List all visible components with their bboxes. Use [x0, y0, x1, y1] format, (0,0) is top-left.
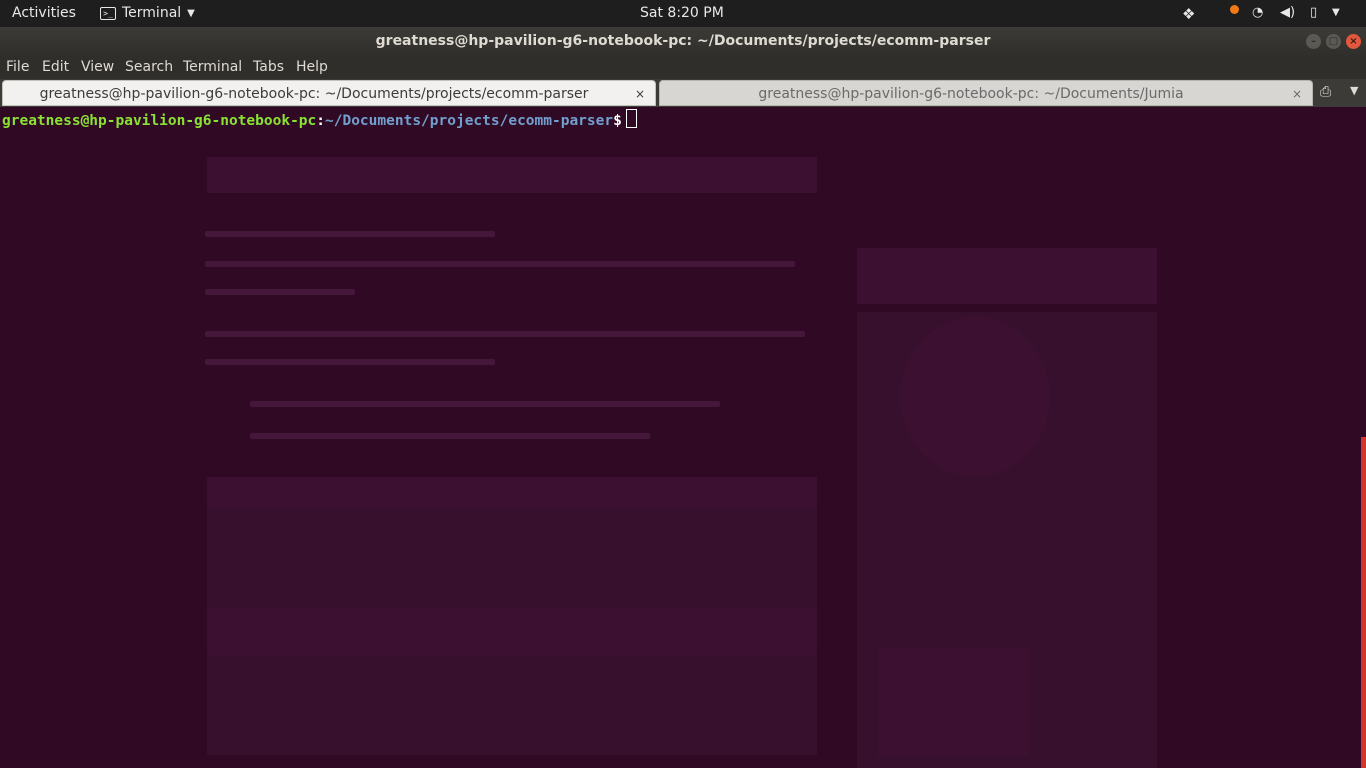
app-menu-label: Terminal — [122, 5, 182, 21]
prompt-user: greatness@hp-pavilion-g6-notebook-pc — [2, 113, 317, 129]
power-menu-icon[interactable]: ▼ — [1332, 7, 1340, 18]
background-ghost — [857, 248, 1157, 304]
chevron-down-icon: ▼ — [187, 7, 195, 19]
menu-help[interactable]: Help — [296, 59, 328, 75]
new-tab-icon[interactable]: ⎙ — [1320, 84, 1331, 100]
battery-icon[interactable]: ▯ — [1310, 5, 1317, 20]
background-ghost — [250, 401, 720, 407]
clock[interactable]: Sat 8:20 PM — [640, 5, 724, 21]
background-ghost — [207, 655, 817, 755]
scrollbar[interactable] — [1361, 437, 1366, 768]
tab-bar: greatness@hp-pavilion-g6-notebook-pc: ~/… — [0, 79, 1366, 107]
prompt-path: ~/Documents/projects/ecomm-parser — [325, 113, 614, 129]
menu-file[interactable]: File — [6, 59, 29, 75]
background-ghost — [205, 261, 795, 267]
prompt-symbol: $ — [613, 113, 622, 129]
tab-jumia[interactable]: greatness@hp-pavilion-g6-notebook-pc: ~/… — [659, 80, 1313, 106]
menu-search[interactable]: Search — [125, 59, 173, 75]
prompt-separator: : — [316, 113, 326, 129]
activities-button[interactable]: Activities — [12, 5, 76, 21]
terminal-icon: >_ — [100, 6, 116, 20]
close-icon[interactable]: × — [1292, 81, 1302, 107]
notification-dot-icon[interactable] — [1230, 5, 1239, 14]
background-ghost — [205, 331, 805, 337]
background-ghost — [878, 647, 1028, 757]
dropbox-icon[interactable]: ❖ — [1182, 5, 1195, 23]
background-ghost — [207, 157, 817, 193]
background-ghost — [205, 359, 495, 365]
menu-edit[interactable]: Edit — [42, 59, 69, 75]
minimize-button[interactable]: – — [1306, 34, 1321, 49]
menubar: File Edit View Search Terminal Tabs Help — [0, 57, 1366, 79]
background-ghost — [900, 317, 1050, 477]
volume-icon[interactable]: ◀) — [1280, 5, 1295, 20]
close-button[interactable]: × — [1346, 34, 1361, 49]
wifi-icon[interactable]: ◔ — [1252, 5, 1263, 20]
gnome-top-bar: Activities >_ Terminal ▼ Sat 8:20 PM ❖ ◔… — [0, 0, 1366, 27]
tab-ecomm-parser[interactable]: greatness@hp-pavilion-g6-notebook-pc: ~/… — [2, 80, 656, 106]
chevron-down-icon[interactable]: ▼ — [1350, 84, 1358, 97]
window-title: greatness@hp-pavilion-g6-notebook-pc: ~/… — [375, 33, 991, 49]
close-icon[interactable]: × — [635, 81, 645, 107]
window-title-bar[interactable]: greatness@hp-pavilion-g6-notebook-pc: ~/… — [0, 27, 1366, 57]
background-ghost — [207, 477, 817, 509]
app-menu[interactable]: >_ Terminal ▼ — [100, 5, 195, 21]
menu-tabs[interactable]: Tabs — [253, 59, 284, 75]
menu-view[interactable]: View — [81, 59, 114, 75]
background-ghost — [205, 289, 355, 295]
background-ghost — [207, 607, 817, 655]
tab-label: greatness@hp-pavilion-g6-notebook-pc: ~/… — [39, 86, 589, 102]
system-tray: ❖ ◔ ◀) ▯ ▼ — [1176, 0, 1366, 27]
background-ghost — [250, 433, 650, 439]
menu-terminal[interactable]: Terminal — [183, 59, 242, 75]
terminal-area[interactable]: greatness@hp-pavilion-g6-notebook-pc:~/D… — [0, 107, 1366, 768]
maximize-button[interactable]: □ — [1326, 34, 1341, 49]
background-ghost — [205, 231, 495, 237]
text-cursor — [625, 109, 637, 128]
shell-prompt: greatness@hp-pavilion-g6-notebook-pc:~/D… — [2, 109, 637, 129]
tab-label: greatness@hp-pavilion-g6-notebook-pc: ~/… — [758, 86, 1184, 102]
